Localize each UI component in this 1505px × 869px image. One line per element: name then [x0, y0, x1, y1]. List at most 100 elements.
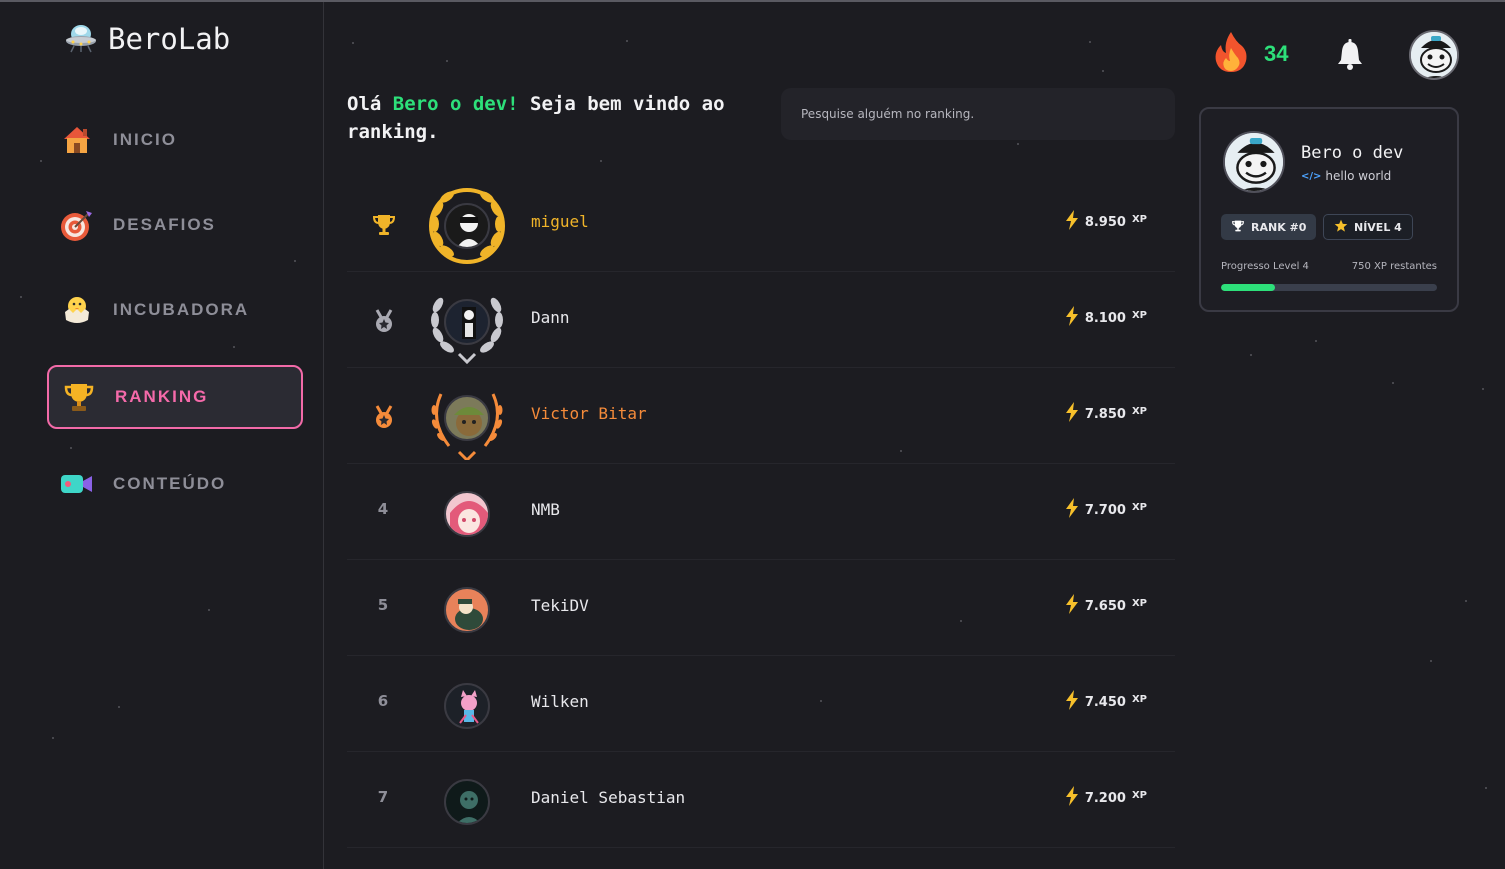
lightning-icon — [1065, 402, 1079, 426]
greeting-text: Olá Bero o dev! Seja bem vindo ao rankin… — [347, 90, 747, 146]
avatar-frame — [425, 760, 509, 844]
ranking-row[interactable]: 5 TekiDV 7.650 XP — [347, 560, 1175, 656]
ranking-search-input[interactable] — [781, 88, 1175, 140]
trophy-icon — [61, 379, 97, 415]
star-dot — [1250, 354, 1252, 356]
lightning-icon — [1065, 306, 1079, 330]
xp-unit: XP — [1131, 597, 1147, 609]
ranking-row[interactable]: 7 Daniel Sebastian 7.200 XP — [347, 752, 1175, 848]
ranking-username[interactable]: miguel — [531, 212, 589, 231]
ranking-position: 5 — [377, 596, 389, 614]
ranking-username[interactable]: NMB — [531, 500, 560, 519]
ranking-xp: 7.850 XP — [1065, 402, 1147, 426]
hatching-chick-icon — [59, 292, 95, 328]
star-dot — [1485, 787, 1487, 789]
xp-amount: 7.850 — [1084, 406, 1126, 422]
ranking-xp: 7.650 XP — [1065, 594, 1147, 618]
xp-unit: XP — [1131, 789, 1147, 801]
avatar-frame — [425, 472, 509, 556]
sidebar-item-label: DESAFIOS — [113, 215, 216, 234]
ranking-username[interactable]: Daniel Sebastian — [531, 788, 685, 807]
level-badge-label: NÍVEL 4 — [1354, 220, 1402, 234]
ranking-username[interactable]: Victor Bitar — [531, 404, 647, 423]
sidebar-item-desafios[interactable]: DESAFIOS — [47, 193, 303, 257]
ranking-username[interactable]: Wilken — [531, 692, 589, 711]
star-dot — [446, 60, 448, 62]
avatar[interactable] — [444, 491, 490, 537]
xp-unit: XP — [1131, 693, 1147, 705]
avatar[interactable] — [444, 779, 490, 825]
sidebar-item-label: INICIO — [113, 130, 177, 149]
avatar-frame — [425, 664, 509, 748]
profile-bio: </> hello world — [1301, 169, 1391, 183]
avatar[interactable] — [444, 683, 490, 729]
xp-amount: 7.650 — [1084, 598, 1126, 614]
ranking-row[interactable]: Victor Bitar 7.850 XP — [347, 368, 1175, 464]
level-progress-fill — [1221, 284, 1275, 291]
ranking-position: 4 — [377, 500, 389, 518]
target-icon — [59, 207, 95, 243]
app-name: BeroLab — [108, 22, 231, 56]
rank-badge: RANK #0 — [1221, 214, 1317, 240]
streak-counter[interactable]: 34 — [1212, 30, 1288, 78]
profile-avatar[interactable] — [1223, 131, 1285, 193]
sidebar-item-label: CONTEÚDO — [113, 474, 227, 493]
sidebar: BeroLab INICIO DESAFIOS INCUBADORA RANKI… — [0, 2, 324, 869]
star-dot — [1430, 660, 1432, 662]
notifications-bell-icon[interactable] — [1333, 38, 1367, 72]
avatar[interactable] — [444, 299, 490, 345]
greeting-username: Bero o dev! — [392, 93, 519, 115]
avatar[interactable] — [444, 203, 490, 249]
star-dot — [626, 40, 628, 42]
streak-count: 34 — [1264, 41, 1289, 66]
user-avatar-icon — [459, 690, 479, 724]
avatar[interactable] — [444, 587, 490, 633]
xp-remaining: 750 XP restantes — [1351, 261, 1437, 272]
brand[interactable]: BeroLab — [64, 20, 230, 58]
ranking-row[interactable]: 4 NMB 7.700 XP — [347, 464, 1175, 560]
avatar[interactable] — [444, 395, 490, 441]
ranking-row[interactable]: 6 Wilken 7.450 XP — [347, 656, 1175, 752]
ranking-position: 7 — [377, 788, 389, 806]
house-icon — [59, 122, 95, 158]
xp-amount: 7.450 — [1084, 694, 1126, 710]
sidebar-item-inicio[interactable]: INICIO — [47, 108, 303, 172]
fire-icon — [1212, 30, 1250, 78]
ranking-username[interactable]: Dann — [531, 308, 570, 327]
sidebar-item-incubadora[interactable]: INCUBADORA — [47, 278, 303, 342]
star-dot — [1465, 600, 1467, 602]
ranking-xp: 8.950 XP — [1065, 210, 1147, 234]
star-dot — [1315, 340, 1317, 342]
ranking-username[interactable]: TekiDV — [531, 596, 589, 615]
sidebar-item-label: RANKING — [115, 387, 209, 406]
rank-badge-label: RANK #0 — [1251, 220, 1307, 234]
silver-medal-icon — [371, 308, 399, 336]
ranking-xp: 8.100 XP — [1065, 306, 1147, 330]
star-dot — [1102, 70, 1104, 72]
lightning-icon — [1065, 690, 1079, 714]
profile-card: Bero o dev </> hello world RANK #0 NÍVEL… — [1199, 107, 1459, 312]
sidebar-item-conteudo[interactable]: CONTEÚDO — [47, 452, 303, 516]
xp-unit: XP — [1131, 501, 1147, 513]
bronze-medal-icon — [371, 404, 399, 432]
user-avatar-icon — [450, 501, 488, 535]
ranking-row[interactable]: miguel 8.950 XP — [347, 176, 1175, 272]
greeting-prefix: Olá — [347, 93, 393, 115]
ranking-row[interactable]: Dann 8.100 XP — [347, 272, 1175, 368]
xp-unit: XP — [1131, 405, 1147, 417]
star-icon — [1334, 219, 1348, 236]
ranking-xp: 7.200 XP — [1065, 786, 1147, 810]
lightning-icon — [1065, 594, 1079, 618]
xp-amount: 7.700 — [1084, 502, 1126, 518]
laurel-wreath-frame — [425, 184, 509, 268]
star-dot — [1017, 143, 1019, 145]
laurel-wreath-frame — [425, 376, 509, 463]
sidebar-item-ranking[interactable]: RANKING — [47, 365, 303, 429]
avatar-frame — [425, 568, 509, 652]
code-icon: </> — [1301, 170, 1322, 182]
trophy-icon — [1231, 219, 1245, 236]
xp-amount: 7.200 — [1084, 790, 1126, 806]
lightning-icon — [1065, 210, 1079, 234]
xp-unit: XP — [1131, 309, 1147, 321]
user-menu-avatar[interactable] — [1409, 30, 1459, 80]
